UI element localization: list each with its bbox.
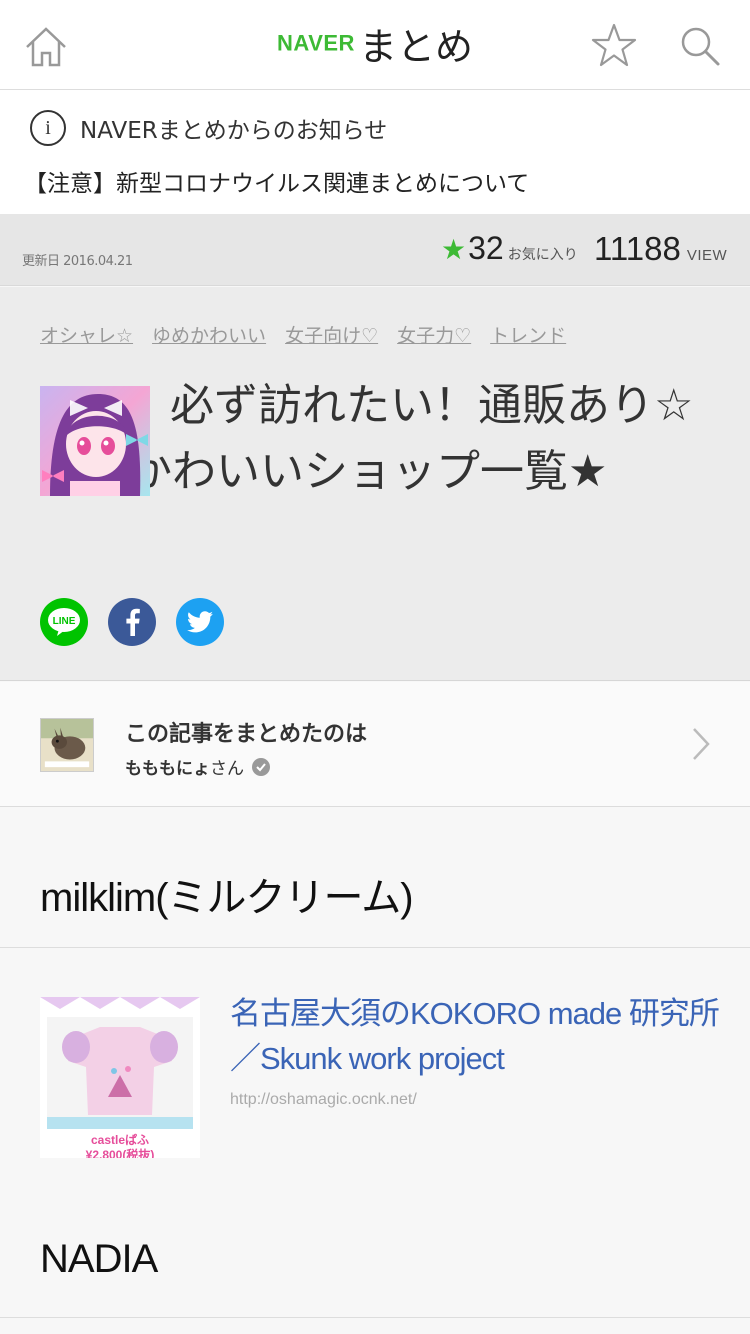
tag-link[interactable]: 女子向け♡ — [285, 321, 378, 348]
tag-link[interactable]: オシャレ☆ — [40, 321, 133, 348]
link-thumbnail: castleぱふ ¥2,800(税抜) — [40, 997, 200, 1158]
logo-naver-text: NAVER — [277, 30, 355, 56]
link-title[interactable]: 名古屋大須のKOKORO made 研究所／Skunk work project — [230, 991, 720, 1081]
section-heading: milklim(ミルクリーム) — [0, 808, 750, 948]
author-suffix: さん — [210, 759, 244, 779]
section-title: NADIA — [40, 1237, 158, 1281]
share-line-button[interactable]: LINE — [40, 598, 88, 646]
notice-panel: i NAVERまとめからのお知らせ 【注意】新型コロナウイルス関連まとめについて — [0, 90, 750, 214]
author-name: もももにょ — [125, 759, 210, 779]
thumb-caption: castleぱふ — [91, 1132, 149, 1147]
share-twitter-button[interactable] — [176, 598, 224, 646]
views-label: VIEW — [686, 247, 728, 264]
author-card[interactable]: この記事をまとめたのは もももにょ さん — [0, 682, 750, 807]
search-button[interactable] — [672, 18, 728, 74]
app-header: NAVER まとめ — [0, 0, 750, 90]
notice-header[interactable]: i NAVERまとめからのお知らせ — [30, 110, 387, 146]
share-buttons: LINE — [40, 598, 244, 646]
article-header: オシャレ☆ ゆめかわいい 女子向け♡ 女子力♡ トレンド 必ず訪れたい！通販あり… — [0, 287, 750, 681]
twitter-icon — [187, 611, 213, 633]
search-icon — [681, 27, 720, 66]
views-count: 11188 — [594, 230, 681, 267]
line-label: LINE — [53, 616, 76, 627]
favorites-label: お気に入り — [507, 247, 578, 263]
tag-link[interactable]: ゆめかわいい — [152, 321, 266, 348]
line-icon: LINE — [48, 608, 80, 636]
updated-date: 更新日 2016.04.21 — [22, 254, 133, 269]
notice-link[interactable]: 【注意】新型コロナウイルス関連まとめについて — [24, 164, 529, 198]
section-title: milklim(ミルクリーム) — [40, 876, 414, 920]
tag-link[interactable]: 女子力♡ — [397, 321, 471, 348]
author-name-row: もももにょ さん — [125, 754, 270, 779]
author-avatar — [40, 718, 94, 772]
section-heading: NADIA — [0, 1196, 750, 1318]
chevron-right-icon — [693, 728, 710, 760]
info-icon: i — [30, 110, 66, 146]
star-outline-icon — [591, 23, 637, 67]
article-meta-bar: 更新日 2016.04.21 ★ 32 お気に入り 11188 VIEW — [0, 214, 750, 286]
share-facebook-button[interactable] — [108, 598, 156, 646]
favorites-count: 32 — [468, 230, 504, 266]
page-background — [0, 1319, 750, 1334]
star-filled-icon: ★ — [441, 233, 467, 266]
link-url: http://oshamagic.ocnk.net/ — [230, 1091, 417, 1108]
notice-title: NAVERまとめからのお知らせ — [80, 118, 388, 144]
facebook-icon — [126, 608, 140, 636]
favorites-button[interactable] — [586, 18, 642, 74]
views-stat: 11188 VIEW — [594, 230, 727, 268]
favorites-stat: ★ 32 お気に入り — [441, 230, 578, 267]
logo-matome-text: まとめ — [358, 25, 473, 69]
tag-list: オシャレ☆ ゆめかわいい 女子向け♡ 女子力♡ トレンド — [40, 321, 585, 348]
link-card[interactable]: castleぱふ ¥2,800(税抜) 名古屋大須のKOKORO made 研究… — [0, 949, 750, 1195]
thumb-price: ¥2,800(税抜) — [86, 1147, 155, 1158]
tag-link[interactable]: トレンド — [490, 321, 566, 348]
verified-icon — [252, 757, 270, 776]
author-heading: この記事をまとめたのは — [125, 722, 368, 747]
article-thumbnail — [40, 386, 150, 496]
